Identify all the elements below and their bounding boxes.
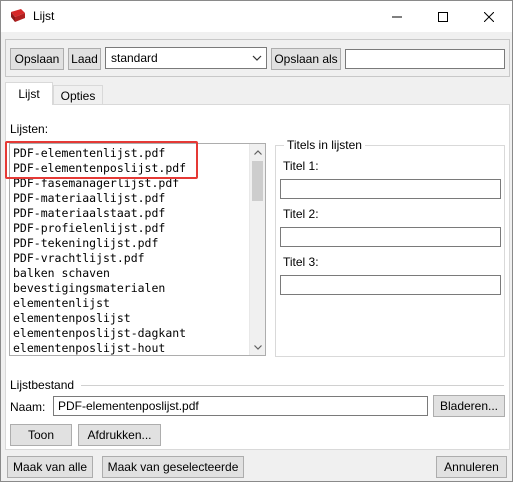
- title2-input[interactable]: [280, 227, 501, 247]
- tab-lijst[interactable]: Lijst: [5, 82, 53, 105]
- lists-label: Lijsten:: [10, 122, 49, 136]
- make-all-button[interactable]: Maak van alle: [7, 456, 93, 478]
- maximize-icon: [438, 11, 448, 22]
- section-divider: [81, 385, 504, 386]
- file-name-label: Naam:: [10, 400, 46, 414]
- lists-listbox[interactable]: PDF-elementenlijst.pdf PDF-elementenposli…: [9, 143, 266, 356]
- list-item[interactable]: PDF-tekeninglijst.pdf: [13, 236, 186, 251]
- scroll-thumb[interactable]: [252, 161, 263, 201]
- list-item[interactable]: PDF-materiaallijst.pdf: [13, 191, 186, 206]
- list-item[interactable]: PDF-vrachtlijst.pdf: [13, 251, 186, 266]
- list-item[interactable]: bevestigingsmaterialen: [13, 281, 186, 296]
- print-button[interactable]: Afdrukken...: [78, 424, 161, 446]
- list-items-container: PDF-elementenlijst.pdf PDF-elementenposli…: [13, 146, 186, 355]
- load-button[interactable]: Laad: [68, 48, 101, 70]
- show-button[interactable]: Toon: [10, 424, 72, 446]
- chevron-down-icon: [252, 55, 262, 61]
- list-item[interactable]: PDF-profielenlijst.pdf: [13, 221, 186, 236]
- browse-button[interactable]: Bladeren...: [433, 395, 505, 417]
- titles-groupbox: Titels in lijsten: [275, 138, 505, 357]
- file-section-label: Lijstbestand: [10, 378, 75, 392]
- list-item[interactable]: elementenposlijst: [13, 311, 186, 326]
- make-selected-button[interactable]: Maak van geselecteerde: [102, 456, 244, 478]
- list-scrollbar[interactable]: [249, 144, 265, 355]
- minimize-icon: [392, 16, 402, 17]
- list-item[interactable]: elementenposlijst-hout: [13, 341, 186, 355]
- save-button[interactable]: Opslaan: [10, 48, 64, 70]
- cancel-button[interactable]: Annuleren: [436, 456, 507, 478]
- list-item[interactable]: balken schaven: [13, 266, 186, 281]
- list-item[interactable]: elementenposlijst-dagkant: [13, 326, 186, 341]
- scroll-up-button[interactable]: [250, 144, 265, 160]
- save-as-input[interactable]: [345, 49, 505, 69]
- list-item[interactable]: PDF-fasemanagerlijst.pdf: [13, 176, 186, 191]
- scroll-down-button[interactable]: [250, 339, 265, 355]
- title1-label: Titel 1:: [283, 159, 319, 173]
- list-item[interactable]: PDF-elementenposlijst.pdf: [13, 161, 186, 176]
- app-icon: [11, 9, 25, 22]
- close-button[interactable]: [466, 1, 512, 32]
- save-as-button[interactable]: Opslaan als: [271, 48, 341, 70]
- title-bar: Lijst: [1, 1, 512, 32]
- list-item[interactable]: PDF-materiaalstaat.pdf: [13, 206, 186, 221]
- minimize-button[interactable]: [374, 1, 420, 32]
- window-title: Lijst: [33, 9, 55, 23]
- tab-opties[interactable]: Opties: [53, 85, 103, 106]
- list-item[interactable]: PDF-elementenlijst.pdf: [13, 146, 186, 161]
- title3-input[interactable]: [280, 275, 501, 295]
- chevron-up-icon: [253, 149, 262, 155]
- profile-select[interactable]: standard: [105, 47, 267, 69]
- title1-input[interactable]: [280, 179, 501, 199]
- title3-label: Titel 3:: [283, 255, 319, 269]
- chevron-down-icon: [253, 344, 262, 350]
- file-name-input[interactable]: [53, 396, 428, 416]
- close-icon: [484, 11, 494, 22]
- list-item[interactable]: elementenlijst: [13, 296, 186, 311]
- profile-select-value: standard: [111, 51, 158, 65]
- maximize-button[interactable]: [420, 1, 466, 32]
- title2-label: Titel 2:: [283, 207, 319, 221]
- titles-group-label: Titels in lijsten: [284, 138, 365, 152]
- lijst-dialog: Lijst Opslaan Laad standard Opslaan als …: [0, 0, 513, 482]
